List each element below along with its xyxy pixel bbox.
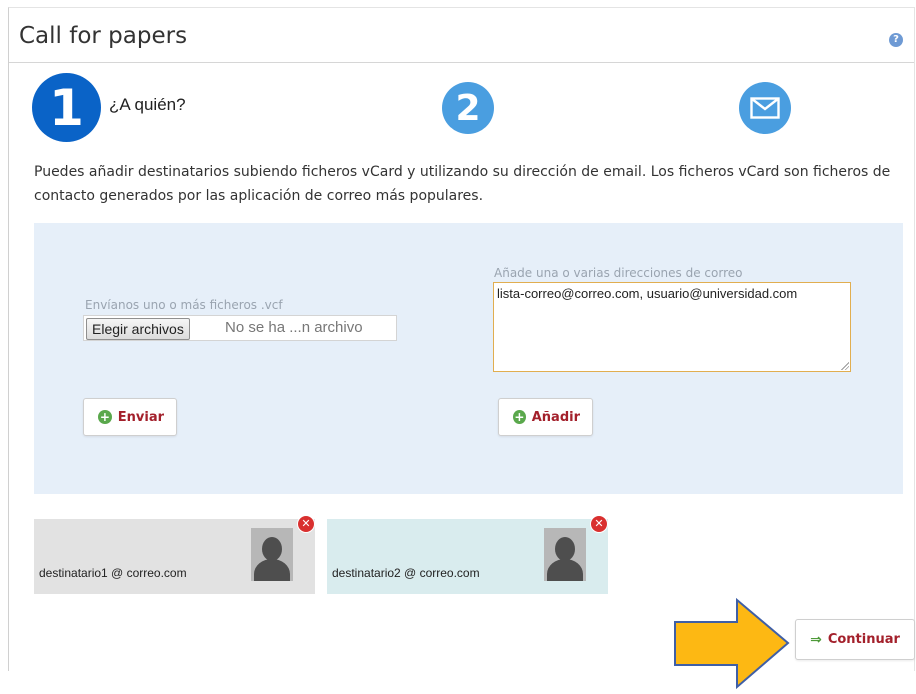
plus-circle-icon: + [513,410,526,424]
step-3-envelope-indicator[interactable] [739,82,791,134]
help-icon[interactable]: ? [889,33,903,47]
textarea-resize-handle[interactable] [841,362,849,370]
plus-circle-icon: + [98,410,112,424]
avatar-placeholder-icon [251,528,293,581]
choose-files-button[interactable]: Elegir archivos [86,318,190,340]
recipient-email: destinatario2 @ correo.com [332,566,480,580]
envelope-icon [750,97,780,119]
highlight-arrow-icon [674,597,790,690]
avatar-placeholder-icon [544,528,586,581]
remove-recipient-icon[interactable]: ✕ [590,515,608,533]
step-1-indicator: 1 [32,73,101,142]
title-divider [9,62,914,63]
remove-recipient-icon[interactable]: ✕ [297,515,315,533]
vcf-upload-label: Envíanos uno o más ficheros .vcf [85,298,283,312]
send-button-label: Enviar [117,409,164,425]
add-button-label: Añadir [531,409,580,425]
email-addresses-textarea[interactable]: lista-correo@correo.com, usuario@univers… [493,282,851,372]
recipient-card: destinatario2 @ correo.com ✕ [327,515,608,594]
email-entry-label: Añade una o varias direcciones de correo [494,266,743,280]
vcf-file-input[interactable]: Elegir archivos No se ha ...n archivo [83,315,397,341]
add-email-button[interactable]: + Añadir [498,398,593,436]
page-title: Call for papers [19,23,188,49]
step-1-label: ¿A quién? [109,95,186,114]
step-2-indicator[interactable]: 2 [442,82,494,134]
recipient-email: destinatario1 @ correo.com [39,566,187,580]
continue-button-label: Continuar [827,632,900,647]
file-selection-status: No se ha ...n archivo [225,319,363,336]
right-arrow-icon: ⇒ [810,631,822,648]
instructions-text: Puedes añadir destinatarios subiendo fic… [34,164,891,204]
continue-button[interactable]: ⇒ Continuar [795,619,915,660]
recipient-card: destinatario1 @ correo.com ✕ [34,515,315,594]
send-vcf-button[interactable]: + Enviar [83,398,177,436]
